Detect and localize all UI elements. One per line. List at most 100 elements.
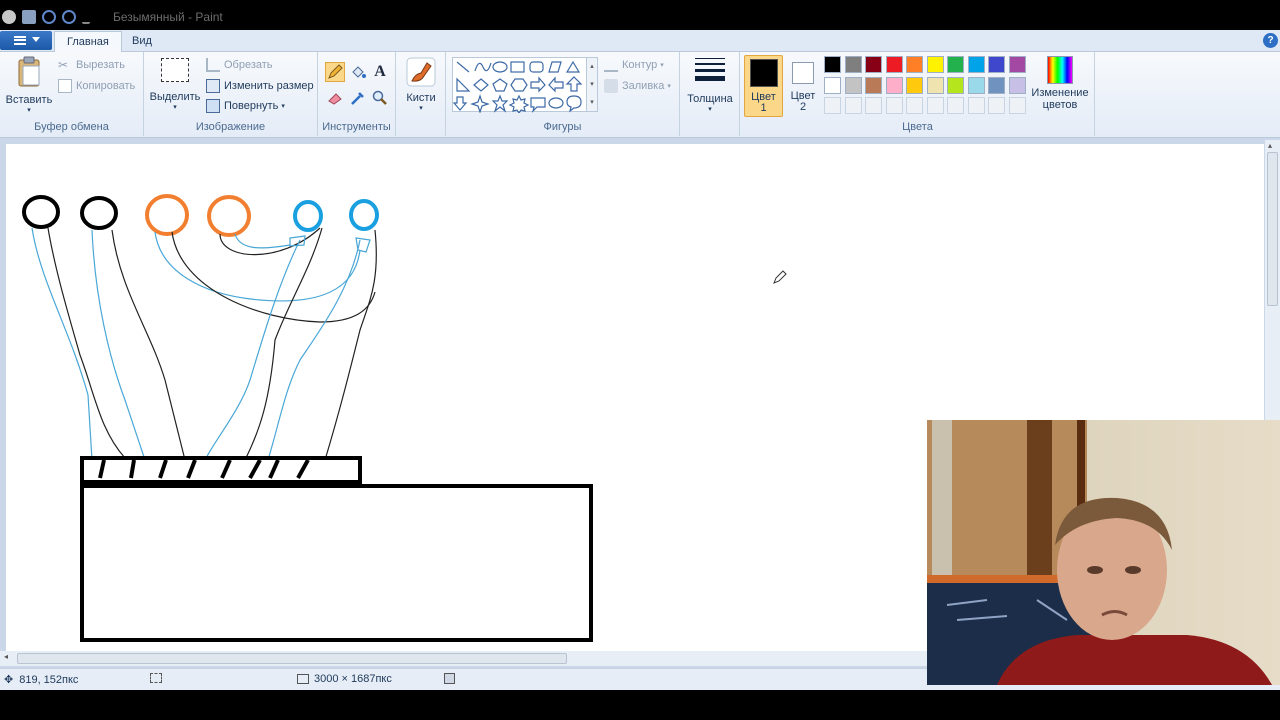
outline-icon — [604, 58, 618, 72]
file-size — [444, 673, 455, 684]
paste-button[interactable]: Вставить ▾ — [4, 56, 54, 114]
cursor-position: ✥ 819, 152пкс — [4, 673, 78, 687]
redo-icon[interactable] — [62, 10, 76, 24]
magnifier-tool[interactable] — [370, 88, 390, 108]
horizontal-scrollbar[interactable]: ◂ — [0, 651, 930, 666]
crop-label: Обрезать — [224, 59, 273, 71]
color-swatch[interactable] — [926, 76, 944, 94]
rotate-icon — [206, 99, 220, 113]
shapes-group-label: Фигуры — [543, 121, 582, 133]
clipboard-group: Вставить ▾ ✂ Вырезать Копировать Буфер о… — [0, 52, 144, 136]
customize-toolbar-icon[interactable] — [82, 10, 90, 24]
color-swatch[interactable] — [844, 56, 862, 73]
eraser-icon — [328, 93, 342, 105]
fill-icon — [604, 79, 618, 93]
size-label: Толщина — [687, 93, 733, 105]
ribbon: Вставить ▾ ✂ Вырезать Копировать Буфер о… — [0, 52, 1280, 138]
custom-color-slot[interactable] — [947, 97, 964, 114]
custom-color-slot[interactable] — [885, 97, 903, 114]
custom-color-slot[interactable] — [967, 97, 985, 114]
color-1-number: 1 — [760, 102, 767, 114]
color-swatch[interactable] — [967, 76, 985, 94]
outline-button[interactable]: Контур ▾ — [604, 58, 664, 72]
chevron-down-icon: ▾ — [660, 62, 664, 69]
eraser-tool[interactable] — [325, 88, 345, 108]
color-2-button[interactable]: Цвет 2 — [786, 55, 820, 117]
eyedropper-icon — [351, 92, 364, 105]
pencil-tool[interactable] — [325, 62, 345, 82]
ribbon-tab-bar: Главная Вид ? — [0, 30, 1280, 52]
undo-icon[interactable] — [42, 10, 56, 24]
crop-button[interactable]: Обрезать — [206, 58, 273, 72]
custom-color-slot[interactable] — [865, 97, 882, 114]
rotate-button[interactable]: Повернуть ▾ — [206, 99, 285, 113]
color-swatch[interactable] — [865, 76, 882, 94]
tools-group-label: Инструменты — [322, 121, 391, 133]
color-1-swatch — [749, 59, 778, 87]
save-icon[interactable] — [22, 10, 36, 24]
image-size-icon — [297, 674, 309, 684]
help-icon[interactable]: ? — [1263, 33, 1278, 48]
color-swatch[interactable] — [926, 56, 944, 73]
color-swatch[interactable] — [885, 76, 903, 94]
color-swatch[interactable] — [947, 76, 964, 94]
horizontal-scroll-thumb[interactable] — [17, 653, 567, 664]
color-picker-tool[interactable] — [348, 88, 368, 108]
fill-tool[interactable] — [348, 62, 368, 82]
tab-view[interactable]: Вид — [120, 31, 164, 52]
scroll-left-icon[interactable]: ◂ — [4, 652, 8, 661]
color-swatch[interactable] — [906, 76, 923, 94]
color-swatch[interactable] — [967, 56, 985, 73]
color-2-swatch — [792, 62, 814, 84]
circle-orange-2 — [207, 195, 251, 237]
webcam-image — [927, 420, 1280, 685]
selection-size — [150, 673, 162, 683]
color-swatch[interactable] — [947, 56, 964, 73]
color-swatch[interactable] — [988, 56, 1005, 73]
circle-blue-2 — [349, 199, 379, 231]
color-1-button[interactable]: Цвет 1 — [744, 55, 783, 117]
circle-black-1 — [22, 195, 60, 229]
cut-button[interactable]: ✂ Вырезать — [58, 58, 125, 72]
move-cursor-icon: ✥ — [4, 674, 14, 686]
quick-access-toolbar — [2, 9, 96, 25]
custom-color-slot[interactable] — [824, 97, 841, 114]
application-menu-button[interactable] — [0, 31, 52, 50]
scroll-up-icon[interactable]: ▴ — [1268, 141, 1272, 150]
shapes-gallery[interactable] — [452, 57, 598, 115]
paint-bucket-icon — [352, 66, 366, 78]
color-swatch[interactable] — [1008, 76, 1026, 94]
color-swatch[interactable] — [844, 76, 862, 94]
paint-app-icon — [2, 10, 16, 24]
color-swatch[interactable] — [824, 76, 841, 94]
brushes-button[interactable]: Кисти ▾ — [400, 56, 442, 112]
select-button[interactable]: Выделить ▾ — [148, 58, 202, 111]
tab-home[interactable]: Главная — [54, 31, 122, 52]
custom-color-slot[interactable] — [1008, 97, 1026, 114]
color-swatch[interactable] — [865, 56, 882, 73]
edit-colors-button[interactable]: Изменение цветов — [1028, 56, 1092, 111]
custom-color-slot[interactable] — [926, 97, 944, 114]
size-button[interactable]: Толщина ▾ — [684, 58, 736, 113]
shapes-scroll-icon[interactable]: ▴ ▾ ▾ — [586, 57, 598, 112]
color-swatch[interactable] — [824, 56, 841, 73]
resize-icon — [206, 79, 220, 93]
color-swatch[interactable] — [885, 56, 903, 73]
circle-blue-1 — [293, 200, 323, 232]
custom-color-slot[interactable] — [906, 97, 923, 114]
custom-color-slot[interactable] — [844, 97, 862, 114]
color-swatch[interactable] — [1008, 56, 1026, 73]
custom-color-slot[interactable] — [988, 97, 1005, 114]
resize-button[interactable]: Изменить размер — [206, 79, 314, 93]
tools-group: A Инструменты — [318, 52, 396, 136]
text-tool-icon[interactable]: A — [370, 62, 390, 82]
color-2-number: 2 — [799, 101, 807, 113]
colors-group-label: Цвета — [902, 121, 933, 133]
color-swatch[interactable] — [906, 56, 923, 73]
color-swatch[interactable] — [988, 76, 1005, 94]
brush-icon — [406, 57, 436, 87]
vertical-scroll-thumb[interactable] — [1267, 152, 1278, 306]
title-bar: Безымянный - Paint — [0, 0, 1280, 30]
copy-button[interactable]: Копировать — [58, 79, 135, 93]
fill-button[interactable]: Заливка ▾ — [604, 79, 671, 93]
